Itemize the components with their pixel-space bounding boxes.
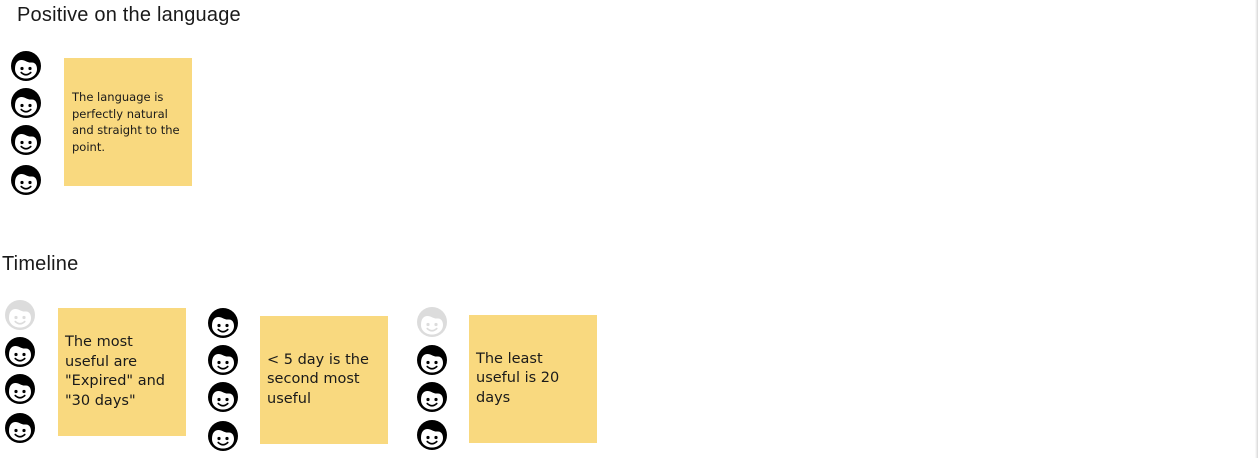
sticky-note-text: The least useful is 20 days (476, 350, 560, 406)
smiley-face-icon (206, 380, 240, 414)
smiley-face-glyph (11, 165, 41, 195)
smiley-face-glyph (5, 374, 35, 404)
smiley-face-glyph (208, 421, 238, 451)
smiley-face-glyph (417, 420, 447, 450)
smiley-face-icon (9, 86, 43, 120)
smiley-face-icon (415, 418, 449, 452)
smiley-face-glyph (5, 337, 35, 367)
smiley-face-glyph (11, 125, 41, 155)
smiley-face-glyph (11, 51, 41, 81)
smiley-face-icon (3, 335, 37, 369)
smiley-face-icon (415, 343, 449, 377)
faded-smiley-face-icon (3, 298, 37, 332)
section-title-positive-language: Positive on the language (17, 4, 241, 26)
smiley-face-icon (9, 163, 43, 197)
smiley-face-icon (415, 380, 449, 414)
faded-smiley-face-glyph (5, 300, 35, 330)
smiley-face-icon (3, 372, 37, 406)
faded-smiley-face-glyph (417, 307, 447, 337)
faded-smiley-face-icon (415, 305, 449, 339)
sticky-note-timeline-1[interactable]: The most useful are "Expired" and "30 da… (58, 308, 186, 436)
sticky-note-text: < 5 day is the second most useful (267, 351, 369, 407)
smiley-face-glyph (208, 308, 238, 338)
smiley-face-icon (206, 419, 240, 453)
section-title-timeline: Timeline (2, 253, 79, 275)
smiley-face-icon (9, 49, 43, 83)
smiley-face-glyph (208, 382, 238, 412)
sticky-note-text: The most useful are "Expired" and "30 da… (65, 334, 165, 409)
sticky-note-timeline-2[interactable]: < 5 day is the second most useful (260, 316, 388, 444)
sticky-note-text: The language is perfectly natural and st… (72, 90, 180, 154)
sticky-note-language[interactable]: The language is perfectly natural and st… (64, 58, 192, 186)
smiley-face-icon (206, 306, 240, 340)
smiley-face-icon (9, 123, 43, 157)
smiley-face-glyph (417, 382, 447, 412)
sticky-note-timeline-3[interactable]: The least useful is 20 days (469, 315, 597, 443)
smiley-face-glyph (5, 413, 35, 443)
smiley-face-icon (3, 411, 37, 445)
smiley-face-glyph (417, 345, 447, 375)
smiley-face-glyph (208, 345, 238, 375)
smiley-face-icon (206, 343, 240, 377)
smiley-face-glyph (11, 88, 41, 118)
